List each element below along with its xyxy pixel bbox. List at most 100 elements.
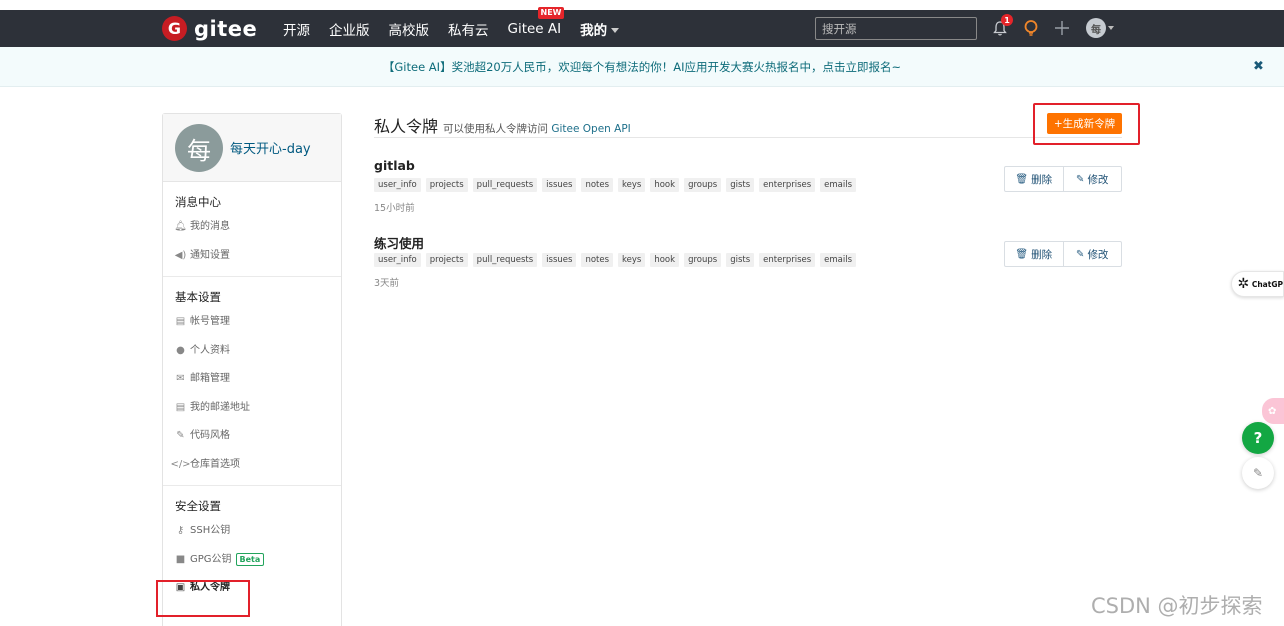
profile-card: 每 每天开心-day	[163, 114, 341, 182]
nav-item-private-cloud[interactable]: 私有云	[448, 19, 489, 39]
highlight-box-button	[1033, 103, 1140, 145]
open-api-link[interactable]: Gitee Open API	[551, 123, 630, 135]
token-name: 练习使用	[374, 236, 425, 251]
brush-icon: ✎	[176, 430, 185, 441]
username[interactable]: 每天开心-day	[230, 138, 311, 157]
token-actions: 🗑︎ 删除 ✎ 修改	[1004, 241, 1122, 267]
sidebar-item-address[interactable]: ▤ 我的邮递地址	[163, 394, 341, 423]
top-strip	[0, 0, 1284, 10]
help-button[interactable]: ?	[1242, 422, 1274, 454]
sidebar-item-my-messages[interactable]: 🔔︎ 我的消息	[163, 213, 341, 242]
page-title-text: 私人令牌	[374, 117, 439, 136]
sidebar-item-notification-settings[interactable]: ◀) 通知设置	[163, 242, 341, 271]
edit-token-button[interactable]: ✎ 修改	[1062, 167, 1122, 191]
new-badge: NEW	[537, 6, 565, 19]
scope-tag: pull_requests	[472, 253, 538, 267]
sidebar-item-repo-preferences[interactable]: </> 仓库首选项	[163, 451, 341, 480]
settings-sidebar: 每 每天开心-day 消息中心 🔔︎ 我的消息 ◀) 通知设置 基本设置 ▤ 帐…	[162, 113, 342, 626]
scope-tag: projects	[425, 178, 468, 192]
translate-icon: ✿	[1268, 405, 1277, 417]
code-icon: </>	[170, 458, 191, 470]
nav-avatar[interactable]: 每	[1086, 18, 1106, 38]
nav-item-gitee-ai[interactable]: Gitee AI NEW	[507, 6, 565, 37]
avatar-chevron-down-icon[interactable]	[1108, 26, 1114, 30]
plus-icon[interactable]	[1052, 18, 1072, 38]
sidebar-item-gpg-keys[interactable]: ■ GPG公钥 Beta	[163, 546, 341, 575]
sidebar-item-label: 我的消息	[190, 221, 230, 232]
delete-label: 删除	[1031, 173, 1053, 186]
scope-tag: groups	[684, 178, 722, 192]
sidebar-item-label: 通知设置	[190, 249, 230, 261]
csdn-watermark: CSDN @初步探索	[1091, 594, 1263, 618]
sidebar-item-label: 仓库首选项	[190, 458, 240, 470]
scope-tag: hook	[650, 178, 680, 192]
sidebar-item-label: 个人资料	[190, 344, 230, 356]
scope-tag: groups	[684, 253, 722, 267]
sidebar-item-ssh-keys[interactable]: ⚷ SSH公钥	[163, 517, 341, 546]
sidebar-item-code-style[interactable]: ✎ 代码风格	[163, 422, 341, 451]
nav-menu: 开源 企业版 高校版 私有云 Gitee AI NEW 我的	[283, 6, 638, 47]
nav-item-mine[interactable]: 我的	[580, 19, 620, 39]
chatgpt-extension-tab[interactable]: ✲ ChatGP	[1231, 271, 1284, 297]
token-item: gitlab user_info projects pull_requests …	[374, 158, 1122, 216]
beta-badge: Beta	[235, 553, 265, 567]
bell-icon: 🔔︎	[174, 221, 187, 232]
bulb-icon-svg	[1024, 20, 1038, 36]
nav-item-gitee-ai-label: Gitee AI	[507, 20, 562, 37]
sidebar-item-profile[interactable]: ● 个人资料	[163, 337, 341, 366]
section-title: 消息中心	[175, 195, 221, 209]
token-scopes: user_info projects pull_requests issues …	[374, 253, 861, 267]
close-icon[interactable]: ✖	[1253, 59, 1264, 74]
delete-token-button[interactable]: 🗑︎ 删除	[1005, 167, 1063, 191]
scope-tag: projects	[425, 253, 468, 267]
pink-extension-tab[interactable]: ✿	[1262, 398, 1284, 424]
trash-icon: 🗑︎	[1015, 248, 1029, 260]
bulb-icon[interactable]	[1021, 18, 1041, 38]
scope-tag: issues	[542, 253, 577, 267]
highlight-box-sidebar	[156, 580, 250, 617]
feedback-button[interactable]: ✎	[1242, 457, 1274, 489]
nav-item-open-source[interactable]: 开源	[283, 19, 310, 39]
gitee-logo-icon: G	[162, 16, 187, 41]
avatar[interactable]: 每	[175, 124, 223, 172]
scope-tag: notes	[581, 178, 614, 192]
lock-icon: ■	[175, 553, 186, 565]
edit-icon: ✎	[1076, 248, 1085, 260]
page-subtitle-prefix: 可以使用私人令牌访问	[443, 123, 549, 135]
chevron-down-icon	[611, 28, 620, 33]
trash-icon: 🗑︎	[1015, 173, 1029, 185]
sidebar-item-label: 我的邮递地址	[190, 401, 250, 413]
nav-item-mine-label: 我的	[580, 22, 608, 39]
delete-label: 删除	[1031, 248, 1053, 261]
sidebar-item-label: 帐号管理	[190, 316, 230, 327]
id-card-icon: ▤	[175, 316, 186, 327]
search-input[interactable]: 搜开源	[815, 17, 977, 40]
gitee-logo[interactable]: G gitee	[162, 15, 257, 42]
token-name: gitlab	[374, 158, 415, 173]
key-icon: ⚷	[176, 525, 185, 536]
nav-item-education[interactable]: 高校版	[389, 19, 430, 39]
scope-tag: gists	[726, 253, 755, 267]
sidebar-item-email[interactable]: ✉ 邮箱管理	[163, 365, 341, 394]
title-divider	[374, 137, 1122, 138]
edit-label: 修改	[1087, 248, 1109, 261]
nav-item-enterprise[interactable]: 企业版	[329, 19, 370, 39]
section-basic-settings: 基本设置 ▤ 帐号管理 ● 个人资料 ✉ 邮箱管理 ▤ 我的邮递地址 ✎ 代码风…	[163, 277, 341, 486]
sidebar-item-account[interactable]: ▤ 帐号管理	[163, 308, 341, 337]
section-messages: 消息中心 🔔︎ 我的消息 ◀) 通知设置	[163, 182, 341, 277]
sidebar-item-label: 邮箱管理	[190, 373, 230, 384]
edit-token-button[interactable]: ✎ 修改	[1062, 242, 1122, 266]
sidebar-item-label: 代码风格	[190, 430, 230, 441]
token-item: 练习使用 user_info projects pull_requests is…	[374, 233, 1122, 291]
sidebar-item-label: GPG公钥	[190, 553, 232, 565]
volume-icon: ◀)	[174, 249, 187, 261]
delete-token-button[interactable]: 🗑︎ 删除	[1005, 242, 1063, 266]
scope-tag: hook	[650, 253, 680, 267]
scope-tag: issues	[542, 178, 577, 192]
scope-tag: user_info	[374, 178, 421, 192]
plus-icon-svg	[1055, 21, 1069, 35]
scope-tag: emails	[820, 178, 857, 192]
page-subtitle: 可以使用私人令牌访问 Gitee Open API	[443, 121, 631, 136]
scope-tag: enterprises	[759, 253, 816, 267]
announcement-text[interactable]: 【Gitee AI】奖池超20万人民币，欢迎每个有想法的你！AI应用开发大赛火热…	[383, 59, 901, 75]
